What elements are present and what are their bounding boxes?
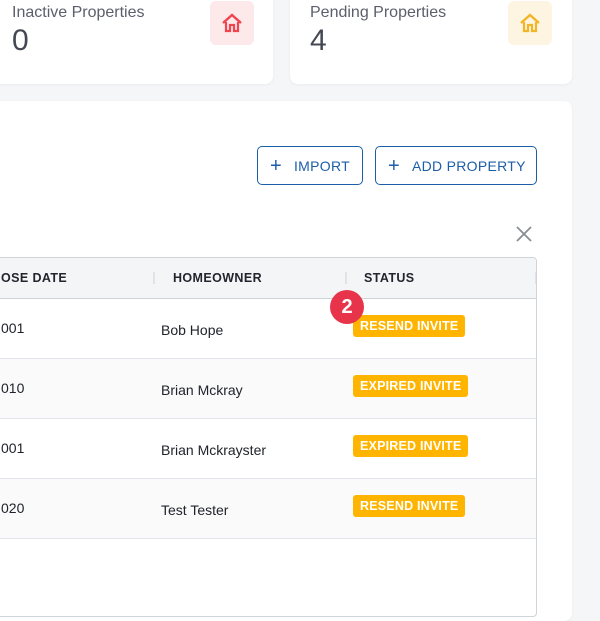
column-resize-handle[interactable] xyxy=(535,272,536,284)
close-date-cell: 001 xyxy=(1,440,25,456)
homeowner-cell: Brian Mckray xyxy=(161,382,243,398)
add-property-button[interactable]: + ADD PROPERTY xyxy=(375,146,537,185)
status-badge[interactable]: EXPIRED INVITE xyxy=(353,375,469,397)
card-value: 4 xyxy=(310,24,327,57)
table-row[interactable]: 020 Test Tester RESEND INVITE xyxy=(0,479,536,539)
table-row[interactable]: 001 Bob Hope RESEND INVITE xyxy=(0,299,536,359)
import-label: IMPORT xyxy=(293,157,350,174)
close-date-cell: 020 xyxy=(1,500,25,516)
close-date-cell: 010 xyxy=(1,380,25,396)
home-icon xyxy=(210,1,254,45)
add-property-label: ADD PROPERTY xyxy=(411,157,526,174)
status-badge[interactable]: RESEND INVITE xyxy=(353,315,466,337)
close-date-cell: 001 xyxy=(1,320,25,336)
homeowner-cell: Test Tester xyxy=(161,502,229,518)
column-resize-handle[interactable] xyxy=(153,272,155,284)
table-row[interactable]: 001 Brian Mckrayster EXPIRED INVITE xyxy=(0,419,536,479)
column-header-status[interactable]: STATUS xyxy=(364,271,415,285)
properties-table: OSE DATE HOMEOWNER STATUS 001 Bob Hope R… xyxy=(0,257,537,617)
table-row[interactable]: 010 Brian Mckray EXPIRED INVITE xyxy=(0,359,536,419)
column-header-homeowner[interactable]: HOMEOWNER xyxy=(173,271,262,285)
homeowner-cell: Bob Hope xyxy=(161,322,224,338)
table-header: OSE DATE HOMEOWNER STATUS xyxy=(0,258,536,299)
pending-properties-card: Pending Properties 4 xyxy=(290,0,572,84)
homeowner-cell: Brian Mckrayster xyxy=(161,442,267,458)
step-marker-badge: 2 xyxy=(330,290,364,324)
inactive-properties-card: Inactive Properties 0 xyxy=(0,0,273,84)
column-resize-handle[interactable] xyxy=(345,272,347,284)
card-label: Pending Properties xyxy=(310,4,447,21)
card-label: Inactive Properties xyxy=(12,4,145,21)
status-badge[interactable]: RESEND INVITE xyxy=(353,495,466,517)
close-icon[interactable] xyxy=(514,224,534,244)
card-value: 0 xyxy=(12,24,29,57)
column-header-close-date[interactable]: OSE DATE xyxy=(1,271,67,285)
home-icon xyxy=(508,1,552,45)
plus-icon: + xyxy=(270,154,282,177)
import-button[interactable]: + IMPORT xyxy=(257,146,363,185)
status-badge[interactable]: EXPIRED INVITE xyxy=(353,435,469,457)
plus-icon: + xyxy=(388,154,400,177)
